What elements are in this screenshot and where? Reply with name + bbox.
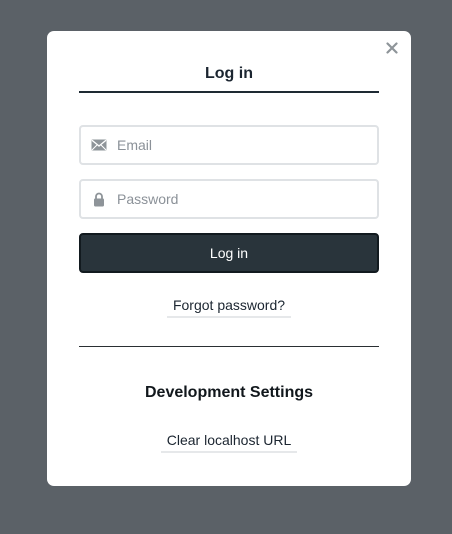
tab-log-in-label: Log in xyxy=(205,65,253,82)
divider xyxy=(79,346,379,347)
email-field[interactable] xyxy=(79,125,379,165)
login-button[interactable]: Log in xyxy=(79,233,379,273)
close-button[interactable] xyxy=(383,39,401,57)
envelope-icon xyxy=(81,127,117,163)
close-icon xyxy=(386,42,398,54)
email-input[interactable] xyxy=(117,137,367,153)
lock-icon xyxy=(81,181,117,217)
login-button-label: Log in xyxy=(209,245,249,261)
login-dialog: Log in Log in Forgot password? Developme… xyxy=(47,31,411,486)
forgot-password-row: Forgot password? xyxy=(47,297,411,318)
dev-settings-title: Development Settings xyxy=(144,384,314,401)
clear-localhost-row: Clear localhost URL xyxy=(47,432,411,453)
password-input[interactable] xyxy=(117,191,367,207)
tab-log-in[interactable]: Log in xyxy=(79,63,379,93)
clear-localhost-link[interactable]: Clear localhost URL xyxy=(160,432,298,453)
forgot-password-link[interactable]: Forgot password? xyxy=(166,297,292,318)
password-field[interactable] xyxy=(79,179,379,219)
